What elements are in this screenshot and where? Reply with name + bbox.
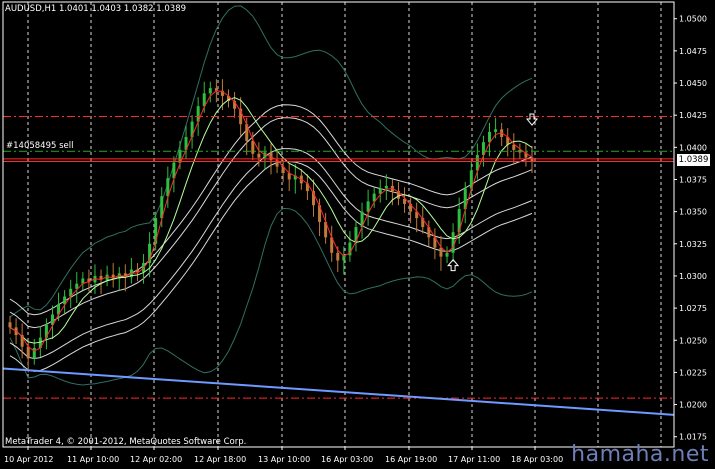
slow-ma-line [9, 97, 533, 344]
y-tick-label: 1.0400 [679, 143, 707, 152]
candle-body [445, 252, 449, 257]
y-tick-label: 1.0300 [679, 272, 707, 281]
candle-body [451, 232, 455, 253]
y-tick-label: 1.0250 [679, 336, 707, 345]
candle-body [8, 322, 12, 328]
x-tick-label: 12 Apr 02:00 [130, 455, 182, 464]
envelope-line [9, 160, 533, 372]
candle-body [488, 131, 492, 143]
x-tick-label: 10 Apr 2012 [4, 455, 53, 464]
plot-frame [2, 1, 675, 448]
candle-body [251, 140, 255, 154]
candle-body [494, 129, 498, 132]
y-tick-label: 1.0325 [679, 240, 707, 249]
price-chart[interactable]: 1.0500 1.0475 1.0450 1.0425 1.0400 1.0375 1.03… [0, 0, 715, 469]
envelope-line [9, 148, 533, 360]
candle-body [336, 252, 340, 261]
y-tick-label: 1.0425 [679, 111, 707, 120]
y-tick-label: 1.0350 [679, 208, 707, 217]
symbol-header: AUDUSD,H1 1.0401 1.0403 1.0382 1.0389 [5, 4, 187, 14]
x-tick-label: 12 Apr 18:00 [194, 455, 246, 464]
fast-ma-line [9, 90, 533, 352]
chart-window[interactable]: 1.0500 1.0475 1.0450 1.0425 1.0400 1.0375 1.03… [0, 0, 715, 469]
candle-body [512, 144, 516, 150]
candle-body [32, 347, 36, 359]
y-tick-label: 1.0375 [679, 175, 707, 184]
order-label[interactable]: #14058495 sell [6, 141, 73, 151]
y-tick-label: 1.0275 [679, 304, 707, 313]
candle-body [257, 153, 261, 158]
price-levels [2, 115, 675, 416]
candle-body [439, 247, 443, 257]
y-tick-label: 1.0225 [679, 368, 707, 377]
x-tick-label: 11 Apr 10:00 [67, 455, 119, 464]
x-tick-label: 18 Apr 03:00 [511, 455, 563, 464]
x-tick-label: 13 Apr 10:00 [258, 455, 310, 464]
candle-body [208, 88, 212, 94]
y-tick-label: 1.0200 [679, 401, 707, 410]
y-tick-label: 1.0175 [679, 433, 707, 442]
candle-body [366, 201, 370, 212]
candle-body [530, 157, 534, 162]
x-tick-label: 16 Apr 03:00 [321, 455, 373, 464]
y-tick-label: 1.0450 [679, 79, 707, 88]
watermark: hamaha.net [571, 442, 709, 467]
y-tick-label: 1.0500 [679, 15, 707, 24]
copyright-text: MetaTrader 4, © 2001-2012, MetaQuotes So… [5, 437, 247, 447]
chart-grid [27, 2, 662, 447]
candle-body [378, 188, 382, 194]
indicator-bands [9, 5, 533, 386]
current-price-label: 1.0389 [677, 154, 710, 166]
trendline [2, 367, 675, 416]
x-tick-label: 16 Apr 19:00 [385, 455, 437, 464]
y-tick-label: 1.0475 [679, 47, 707, 56]
candle-body [384, 185, 388, 189]
candle-body [26, 346, 30, 359]
envelope-line [9, 104, 533, 316]
x-tick-label: 17 Apr 11:00 [448, 455, 500, 464]
